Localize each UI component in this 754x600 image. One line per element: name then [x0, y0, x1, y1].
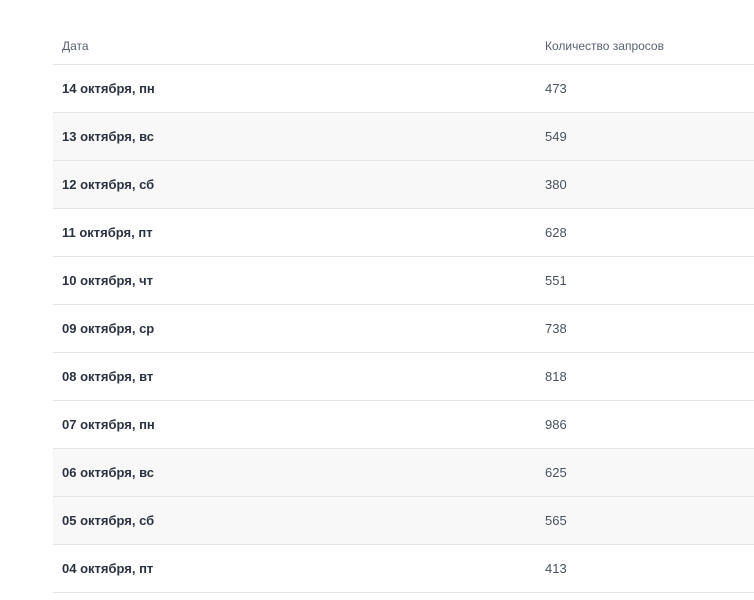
table-row: 12 октября, сб 380: [53, 161, 754, 209]
table-row: 07 октября, пн 986: [53, 401, 754, 449]
row-date: 08 октября, вт: [62, 369, 154, 384]
row-date: 06 октября, вс: [62, 465, 154, 480]
header-count: Количество запросов: [545, 39, 664, 53]
table-row: 09 октября, ср 738: [53, 305, 754, 353]
row-date: 12 октября, сб: [62, 177, 155, 192]
header-date: Дата: [62, 39, 89, 53]
row-count: 738: [545, 321, 567, 336]
row-count: 549: [545, 129, 567, 144]
table-row: 10 октября, чт 551: [53, 257, 754, 305]
row-count: 551: [545, 273, 567, 288]
row-count: 380: [545, 177, 567, 192]
row-date: 11 октября, пт: [62, 225, 153, 240]
row-count: 565: [545, 513, 567, 528]
row-date: 10 октября, чт: [62, 273, 153, 288]
table-row: 06 октября, вс 625: [53, 449, 754, 497]
row-count: 625: [545, 465, 567, 480]
table-row: 14 октября, пн 473: [53, 65, 754, 113]
row-count: 473: [545, 81, 567, 96]
row-date: 05 октября, сб: [62, 513, 155, 528]
row-count: 818: [545, 369, 567, 384]
row-count: 413: [545, 561, 567, 576]
requests-table: Дата Количество запросов 14 октября, пн …: [53, 28, 754, 593]
table-row: 13 октября, вс 549: [53, 113, 754, 161]
row-date: 09 октября, ср: [62, 321, 155, 336]
table-header: Дата Количество запросов: [53, 28, 754, 65]
row-date: 13 октября, вс: [62, 129, 154, 144]
table-row: 04 октября, пт 413: [53, 545, 754, 593]
row-date: 07 октября, пн: [62, 417, 155, 432]
row-date: 04 октября, пт: [62, 561, 154, 576]
table-row: 11 октября, пт 628: [53, 209, 754, 257]
row-count: 628: [545, 225, 567, 240]
row-date: 14 октября, пн: [62, 81, 155, 96]
table-row: 08 октября, вт 818: [53, 353, 754, 401]
row-count: 986: [545, 417, 567, 432]
table-row: 05 октября, сб 565: [53, 497, 754, 545]
